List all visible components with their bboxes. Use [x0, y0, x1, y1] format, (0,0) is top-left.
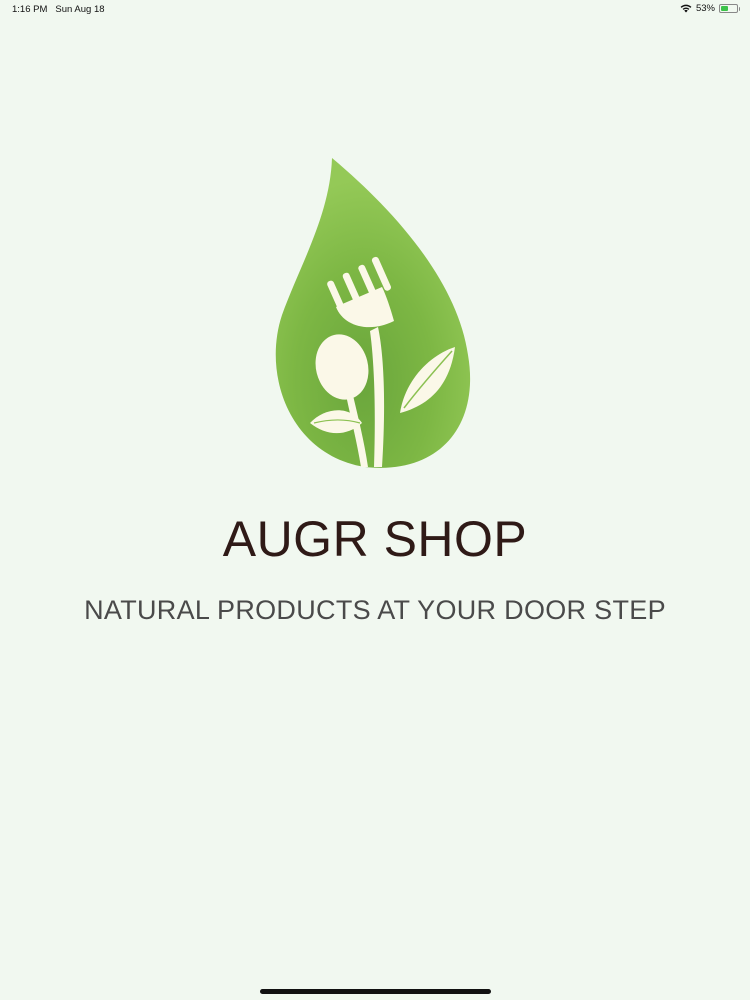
app-tagline: NATURAL PRODUCTS AT YOUR DOOR STEP	[84, 595, 666, 625]
wifi-icon	[680, 4, 692, 13]
battery-icon	[719, 4, 740, 13]
status-bar: 1:16 PM Sun Aug 18 53%	[0, 0, 750, 18]
status-left: 1:16 PM Sun Aug 18	[12, 4, 105, 15]
battery-percent: 53%	[695, 3, 715, 14]
status-right: 53%	[680, 3, 740, 14]
status-date: Sun Aug 18	[55, 4, 105, 15]
battery-level	[721, 6, 728, 11]
app-title: AUGR SHOP	[222, 511, 528, 567]
home-indicator[interactable]	[260, 989, 491, 994]
leaf-fork-spoon-logo	[275, 158, 471, 468]
status-time: 1:16 PM	[12, 4, 48, 15]
